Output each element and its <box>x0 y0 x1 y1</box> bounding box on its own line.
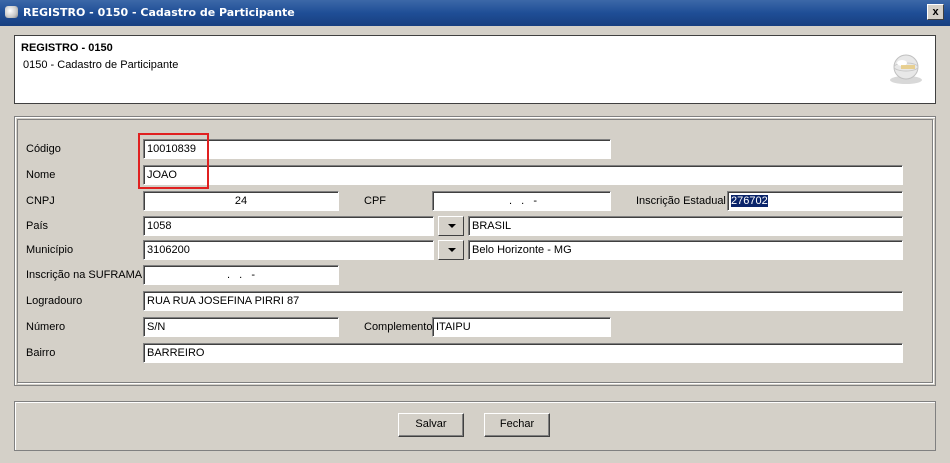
codigo-field[interactable]: 10010839 <box>143 139 611 159</box>
pais-code-field[interactable]: 1058 <box>143 216 434 236</box>
complemento-field[interactable]: ITAIPU <box>432 317 611 337</box>
numero-label: Número <box>26 321 66 333</box>
suframa-field[interactable]: . . - <box>143 265 339 285</box>
window-title: REGISTRO - 0150 - Cadastro de Participan… <box>23 6 295 19</box>
app-icon[interactable] <box>5 6 18 18</box>
pais-dropdown-button[interactable] <box>438 216 464 236</box>
numero-field[interactable]: S/N <box>143 317 339 337</box>
inscricao-estadual-field[interactable]: 276702 <box>727 191 903 211</box>
suframa-label: Inscrição na SUFRAMA <box>26 269 143 281</box>
municipio-label: Município <box>26 244 74 256</box>
logradouro-label: Logradouro <box>26 295 83 307</box>
logradouro-field[interactable]: RUA RUA JOSEFINA PIRRI 87 <box>143 291 903 311</box>
inscricao-estadual-value: 276702 <box>731 195 768 207</box>
button-panel <box>14 401 936 451</box>
header-panel: REGISTRO - 0150 0150 - Cadastro de Parti… <box>14 35 936 104</box>
municipio-dropdown-button[interactable] <box>438 240 464 260</box>
cnpj-field[interactable]: 24 <box>143 191 339 211</box>
bairro-field[interactable]: BARREIRO <box>143 343 903 363</box>
cpf-field[interactable]: . . - <box>432 191 611 211</box>
header-title: REGISTRO - 0150 <box>21 42 113 54</box>
codigo-label: Código <box>26 143 61 155</box>
inscricao-estadual-label: Inscrição Estadual <box>636 195 726 207</box>
bairro-label: Bairro <box>26 347 56 359</box>
header-subtitle: 0150 - Cadastro de Participante <box>23 59 179 71</box>
cpf-label: CPF <box>364 195 386 207</box>
pais-label: País <box>26 220 49 232</box>
municipio-code-field[interactable]: 3106200 <box>143 240 434 260</box>
fechar-button[interactable]: Fechar <box>484 413 550 437</box>
nome-label: Nome <box>26 169 56 181</box>
complemento-label: Complemento <box>364 321 433 333</box>
save-button[interactable]: Salvar <box>398 413 464 437</box>
cnpj-label: CNPJ <box>26 195 55 207</box>
globe-logo-icon <box>890 54 922 84</box>
window-titlebar[interactable]: REGISTRO - 0150 - Cadastro de Participan… <box>0 0 950 26</box>
municipio-name-field[interactable]: Belo Horizonte - MG <box>468 240 903 260</box>
nome-field[interactable]: JOAO <box>143 165 903 185</box>
pais-name-field[interactable]: BRASIL <box>468 216 903 236</box>
close-window-button[interactable]: x <box>927 4 944 20</box>
